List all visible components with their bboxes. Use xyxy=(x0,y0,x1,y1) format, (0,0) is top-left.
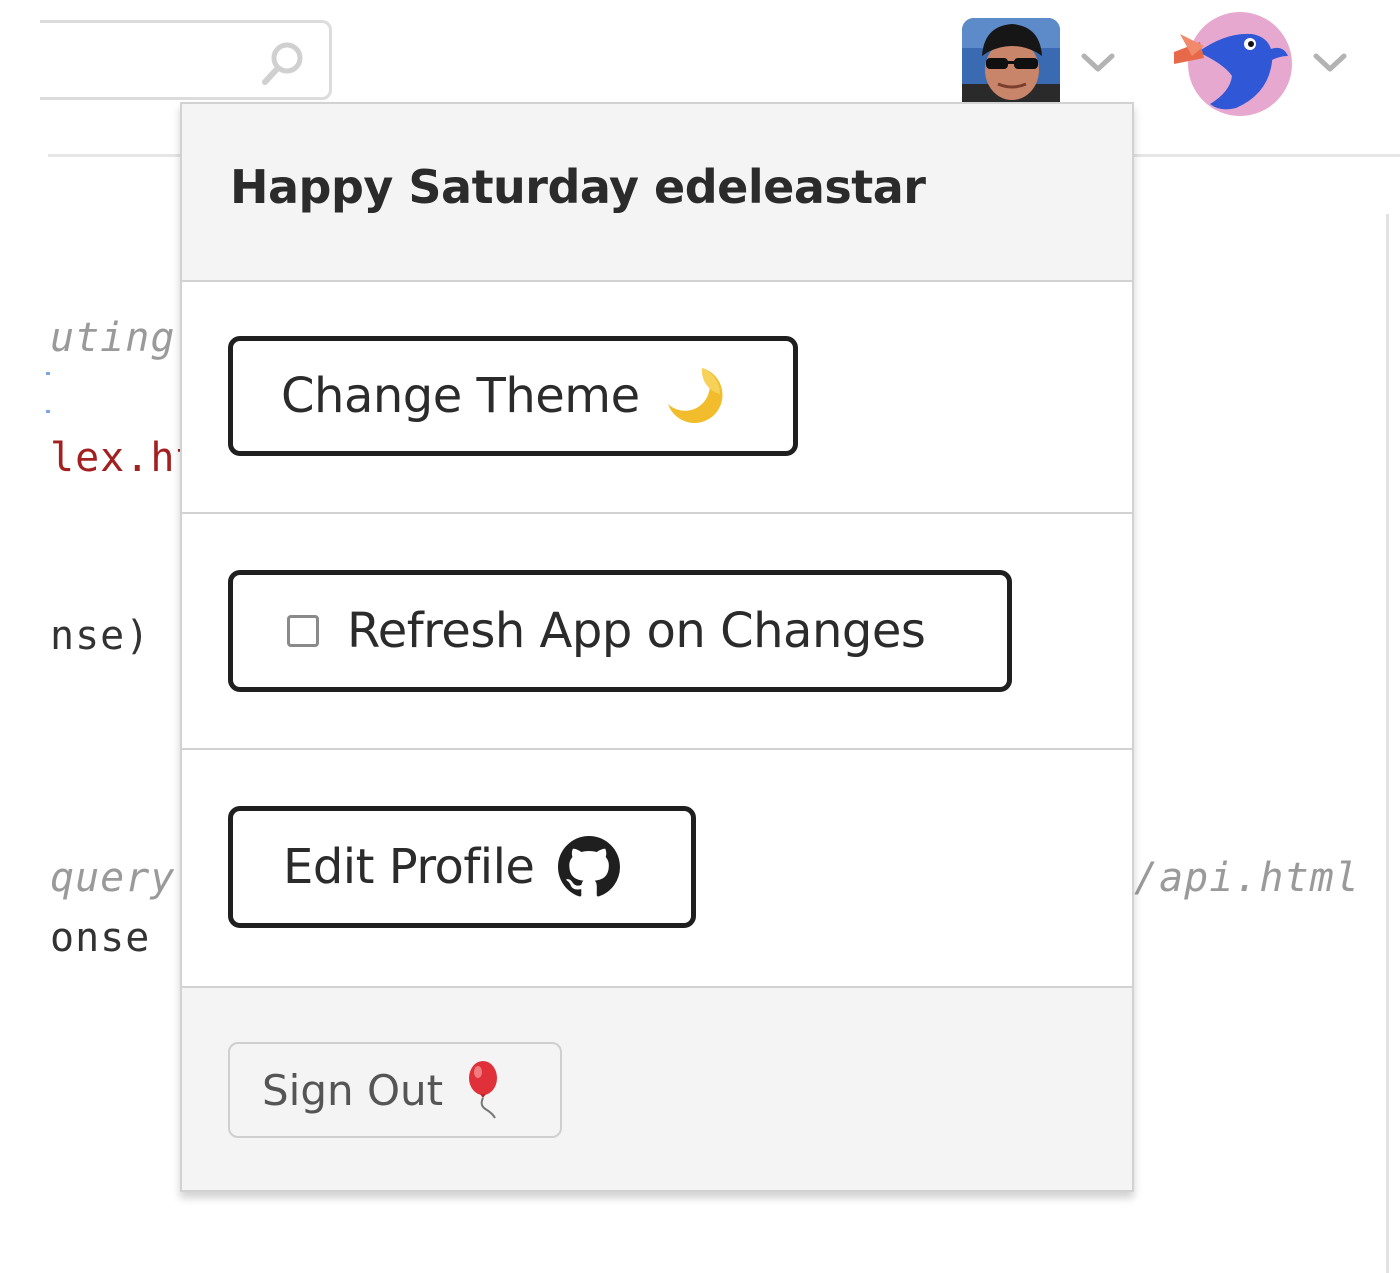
code-marker xyxy=(46,372,50,375)
sign-out-button[interactable]: Sign Out xyxy=(228,1042,562,1138)
profile-section: Edit Profile xyxy=(182,750,1132,988)
code-line: onse xyxy=(50,915,151,961)
theme-section: Change Theme xyxy=(182,282,1132,514)
edit-profile-label: Edit Profile xyxy=(283,839,535,895)
search-icon[interactable] xyxy=(259,39,307,87)
refresh-checkbox[interactable] xyxy=(287,615,319,647)
code-line: query xyxy=(50,855,176,901)
search-input[interactable] xyxy=(40,20,332,100)
code-line: lex.ht xyxy=(50,435,201,481)
page: uting lex.ht nse) query onse /api.html H… xyxy=(0,0,1400,1273)
chevron-down-icon[interactable] xyxy=(1312,50,1348,74)
sign-out-label: Sign Out xyxy=(262,1065,444,1115)
greeting-text: Happy Saturday edeleastar xyxy=(230,160,926,214)
app-logo-icon[interactable] xyxy=(1170,12,1296,116)
refresh-section: Refresh App on Changes xyxy=(182,514,1132,750)
editor-scroll-edge xyxy=(1386,214,1389,1273)
code-marker xyxy=(46,410,50,413)
balloon-icon xyxy=(469,1061,498,1119)
dropdown-footer: Sign Out xyxy=(182,988,1132,1190)
refresh-app-button[interactable]: Refresh App on Changes xyxy=(228,570,1012,692)
edit-profile-button[interactable]: Edit Profile xyxy=(228,806,696,928)
crescent-moon-icon xyxy=(667,368,723,423)
change-theme-label: Change Theme xyxy=(281,368,640,424)
dropdown-header: Happy Saturday edeleastar xyxy=(182,104,1132,282)
code-line: uting xyxy=(50,315,176,361)
code-line: nse) xyxy=(50,613,151,659)
user-photo xyxy=(962,18,1060,102)
user-avatar[interactable] xyxy=(962,18,1060,102)
user-menu-dropdown: Happy Saturday edeleastar Change Theme R… xyxy=(180,102,1134,1192)
refresh-label: Refresh App on Changes xyxy=(347,603,926,659)
change-theme-button[interactable]: Change Theme xyxy=(228,336,798,456)
github-icon xyxy=(558,836,621,897)
code-line: /api.html xyxy=(1134,855,1360,901)
chevron-down-icon[interactable] xyxy=(1080,50,1116,74)
